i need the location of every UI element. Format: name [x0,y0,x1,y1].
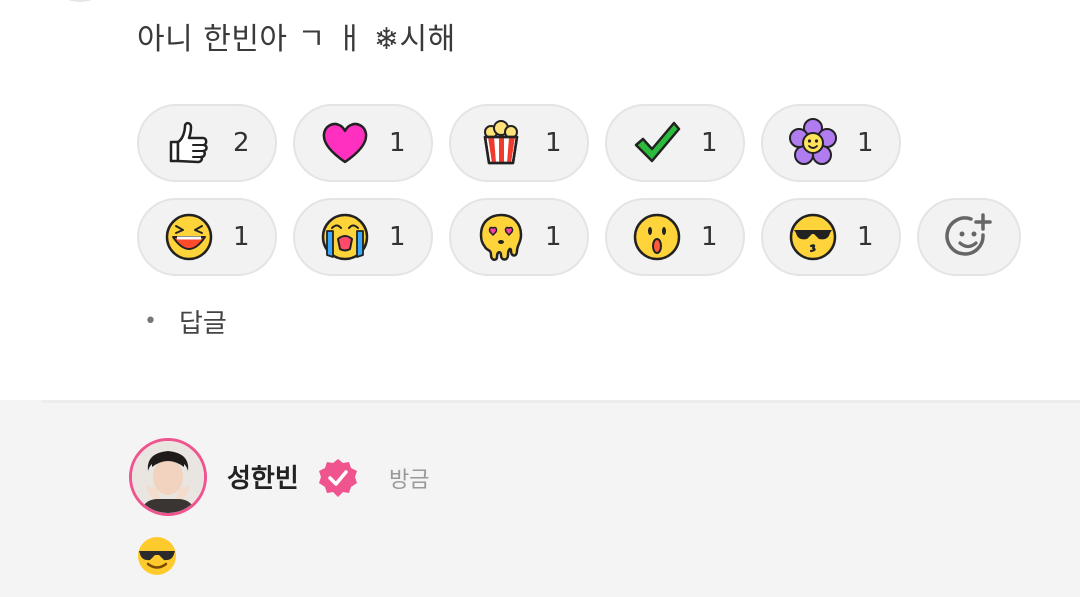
add-reaction-icon [945,213,992,256]
reaction-count: 2 [233,128,250,158]
divider [42,400,1080,403]
reaction-popcorn[interactable]: 1 [449,104,589,182]
reaction-count: 1 [701,222,718,252]
reaction-sunglasses-kiss[interactable]: 1 [761,198,901,276]
reply-link[interactable]: 답글 [179,303,227,340]
reply-row: • 답글 [144,303,227,340]
checkmark-icon [634,121,681,163]
reaction-heart[interactable]: 1 [293,104,433,182]
reaction-count: 1 [389,222,406,252]
reaction-row-2: 1 1 1 1 1 [137,198,1037,276]
bullet-dot: • [144,309,157,334]
heart-icon [322,122,368,164]
reaction-count: 1 [857,222,874,252]
author-name[interactable]: 성한빈 [227,458,299,495]
add-reaction-button[interactable] [917,198,1021,276]
previous-avatar-edge [55,0,105,2]
smiling-face-with-sunglasses-icon [138,537,176,575]
reaction-bar: 2 1 1 1 1 1 1 1 1 1 [137,104,1037,292]
reaction-thumbs-up[interactable]: 2 [137,104,277,182]
reaction-checkmark[interactable]: 1 [605,104,745,182]
reaction-count: 1 [389,128,406,158]
reaction-count: 1 [545,128,562,158]
reaction-count: 1 [233,222,250,252]
popcorn-icon [483,120,519,165]
reaction-laughing[interactable]: 1 [137,198,277,276]
comment-text: 아니 한빈아 ㄱ ㅐ ❄시해 [137,22,456,57]
crying-face-icon [321,213,369,261]
verified-badge-icon [319,459,357,497]
surprised-face-icon [633,213,681,261]
laughing-face-icon [165,213,213,261]
reaction-surprised[interactable]: 1 [605,198,745,276]
reaction-heart-eyes-melting[interactable]: 1 [449,198,589,276]
reaction-count: 1 [701,128,718,158]
sunglasses-kiss-face-icon [789,213,837,261]
thumbs-up-icon [169,121,208,164]
reaction-count: 1 [857,128,874,158]
avatar[interactable] [129,438,207,516]
reaction-count: 1 [545,222,562,252]
reaction-crying[interactable]: 1 [293,198,433,276]
avatar-photo [132,441,204,513]
timestamp: 방금 [389,468,430,493]
heart-eyes-melting-face-icon [479,213,523,261]
reaction-flower[interactable]: 1 [761,104,901,182]
flower-icon [789,118,837,165]
reaction-row-1: 2 1 1 1 1 [137,104,1037,182]
